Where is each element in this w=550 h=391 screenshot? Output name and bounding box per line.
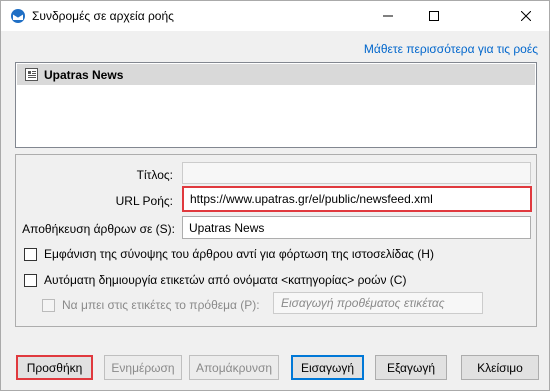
add-button[interactable]: Προσθήκη <box>16 355 93 380</box>
feed-subscriptions-dialog: Συνδρομές σε αρχεία ροής Μάθετε περισσότ… <box>0 0 550 391</box>
maximize-icon <box>429 11 439 21</box>
remove-button[interactable]: Απομάκρυνση <box>189 355 279 380</box>
export-button[interactable]: Εξαγωγή <box>375 355 447 380</box>
learn-more-link[interactable]: Μάθετε περισσότερα για τις ροές <box>364 42 538 56</box>
close-window-button[interactable] <box>503 1 549 31</box>
thunderbird-icon <box>11 9 25 23</box>
list-item[interactable]: Upatras News <box>17 64 535 85</box>
title-bar[interactable]: Συνδρομές σε αρχεία ροής <box>1 1 549 31</box>
store-folder-field[interactable]: Upatras News <box>182 216 531 239</box>
auto-tags-checkbox-label[interactable]: Αυτόματη δημιουργία ετικετών από ονόματα… <box>44 273 406 287</box>
minimize-icon <box>383 15 393 17</box>
summary-checkbox-label[interactable]: Εμφάνιση της σύνοψης του άρθρου αντί για… <box>44 247 434 261</box>
summary-checkbox[interactable] <box>24 248 37 261</box>
store-label: Αποθήκευση άρθρων σε (S): <box>22 222 175 236</box>
title-label: Τίτλος: <box>136 168 173 182</box>
prefix-checkbox-label[interactable]: Να μπει στις ετικέτες το πρόθεμα (P): <box>62 298 260 312</box>
title-field[interactable] <box>182 162 531 184</box>
tag-prefix-input[interactable]: Εισαγωγή προθέματος ετικέτας <box>273 292 483 314</box>
feed-label: Upatras News <box>44 67 124 82</box>
url-field[interactable]: https://www.upatras.gr/el/public/newsfee… <box>182 186 532 212</box>
close-icon <box>521 11 531 21</box>
newspaper-icon <box>25 68 38 81</box>
update-button[interactable]: Ενημέρωση <box>104 355 182 380</box>
url-label: URL Ροής: <box>115 194 173 208</box>
window-title: Συνδρομές σε αρχεία ροής <box>32 9 174 23</box>
auto-tags-checkbox[interactable] <box>24 274 37 287</box>
close-button[interactable]: Κλείσιμο <box>461 355 539 380</box>
maximize-button[interactable] <box>411 1 457 31</box>
prefix-checkbox[interactable] <box>42 299 55 312</box>
import-button[interactable]: Εισαγωγή <box>291 355 364 380</box>
minimize-button[interactable] <box>365 1 411 31</box>
feed-list[interactable]: Upatras News <box>15 62 537 148</box>
